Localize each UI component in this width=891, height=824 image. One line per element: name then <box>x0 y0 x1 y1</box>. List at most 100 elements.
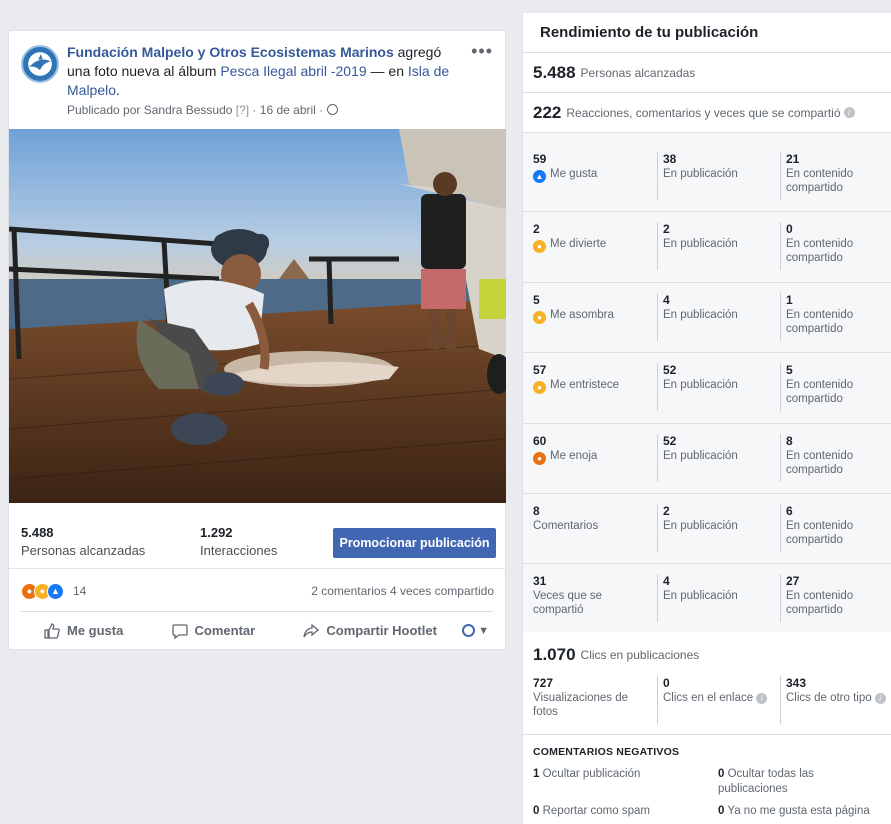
on-post-label: En publicación <box>663 379 738 392</box>
engagement-total: 222 <box>533 102 562 122</box>
audience-selector[interactable]: ▼ <box>462 624 493 637</box>
total-cell: 5 ● Me asombra <box>533 293 653 324</box>
total-number: 57 <box>533 363 547 378</box>
total-label: Me gusta <box>550 168 598 180</box>
other-clicks-label: Clics de otro tipo i <box>786 691 886 705</box>
on-post-number: 2 <box>663 504 670 518</box>
insights-panel: Rendimiento de tu publicación 5.488 Pers… <box>522 13 891 824</box>
breakdown-row: 5 ● Me asombra 4 En publicación 1 En contenido… <box>523 283 891 354</box>
shared-cell: 8 En contenido compartido <box>780 433 888 482</box>
hide-all-stat: 0 Ocultar todas las publicaciones <box>718 767 883 797</box>
shared-number: 21 <box>786 152 800 166</box>
shared-cell: 5 En contenido compartido <box>780 363 888 412</box>
total-label: Me divierte <box>550 238 607 251</box>
shared-label: En contenido compartido <box>786 308 854 335</box>
tag-text[interactable]: [?] <box>232 103 249 117</box>
on-post-cell: 4 En publicación <box>657 292 738 341</box>
info-icon[interactable]: i <box>756 693 768 704</box>
link-clicks-text: Clics en el enlace <box>663 692 754 704</box>
sad-reaction-icon: ● <box>533 381 546 395</box>
total-number: 8 <box>533 504 540 518</box>
panel-title: Rendimiento de tu publicación <box>523 13 891 53</box>
like-button[interactable]: Me gusta <box>21 622 145 640</box>
post-photo[interactable] <box>9 129 506 503</box>
page-avatar[interactable] <box>21 45 59 83</box>
total-label-wrap: ● Me enoja <box>533 449 653 465</box>
post-headline: Fundación Malpelo y Otros Ecosistemas Ma… <box>67 43 467 100</box>
reaction-icons[interactable]: ● ● ▲ <box>21 583 64 600</box>
shared-label: En contenido compartido <box>786 520 854 546</box>
on-post-number: 4 <box>663 292 670 307</box>
shared-number: 0 <box>786 222 793 237</box>
promote-post-button[interactable]: Promocionar publicación <box>333 528 496 558</box>
post-meta: Publicado por Sandra Bessudo [?] · 16 de… <box>67 103 493 117</box>
info-icon[interactable]: i <box>874 693 886 704</box>
comment-button[interactable]: Comentar <box>149 622 278 640</box>
shared-label: En contenido compartido <box>786 238 854 265</box>
shared-label: En contenido compartido <box>786 449 854 476</box>
total-number: 2 <box>533 222 540 237</box>
shared-number: 1 <box>786 292 793 307</box>
post-header: Fundación Malpelo y Otros Ecosistemas Ma… <box>9 31 505 129</box>
total-label: Veces que se compartió <box>533 590 603 617</box>
total-number: 60 <box>533 433 547 448</box>
share-hootlet-button[interactable]: Compartir Hootlet <box>280 622 459 640</box>
shared-label: En contenido compartido <box>786 168 854 194</box>
spam-stat: 0 Reportar como spam <box>533 804 703 819</box>
negative-feedback-title: COMENTARIOS NEGATIVOS <box>533 746 680 758</box>
photo-views-cell: 727 Visualizaciones de fotos <box>533 676 653 719</box>
shared-cell: 1 En contenido compartido <box>780 292 888 341</box>
date-text[interactable]: · 16 de abril · <box>249 103 326 117</box>
like-reaction-icon: ▲ <box>533 170 546 183</box>
reach-total-label: Personas alcanzadas <box>580 65 696 80</box>
author-text: Publicado por Sandra Bessudo <box>67 103 233 117</box>
clicks-label: Clics en publicaciones <box>580 648 700 662</box>
link-clicks-number: 0 <box>663 676 670 690</box>
shared-number: 6 <box>786 504 793 518</box>
on-post-number: 52 <box>663 433 677 448</box>
shared-number: 27 <box>786 574 800 589</box>
on-post-number: 52 <box>663 363 677 378</box>
on-post-label: En publicación <box>663 449 738 462</box>
comment-label: Comentar <box>194 623 256 638</box>
clicks-total: 1.070 <box>533 645 576 664</box>
on-post-cell: 52 En publicación <box>657 363 738 412</box>
page-name-link[interactable]: Fundación Malpelo y Otros Ecosistemas Ma… <box>67 44 394 60</box>
engagement-label: Reacciones, comentarios y veces que se c… <box>566 105 841 120</box>
info-icon[interactable]: i <box>843 107 855 118</box>
thumbs-up-icon <box>44 622 60 639</box>
album-link[interactable]: Pesca Ilegal abril -2019 <box>220 63 366 79</box>
hootsuite-icon <box>462 624 476 637</box>
post-stats: 5.488 Personas alcanzadas 1.292 Interacc… <box>9 515 506 569</box>
total-cell: 59 ▲ Me gusta <box>533 152 653 183</box>
shared-cell: 6 En contenido compartido <box>780 504 888 552</box>
share-label: Compartir Hootlet <box>326 623 437 638</box>
reach-label: Personas alcanzadas <box>21 543 146 558</box>
interactions-number: 1.292 <box>200 525 233 540</box>
shared-number: 5 <box>786 363 793 378</box>
breakdown-row: 60 ● Me enoja 52 En publicación 8 En contenido… <box>523 424 891 494</box>
reactions-count[interactable]: 14 <box>73 584 86 598</box>
more-dots-icon[interactable]: ••• <box>471 41 493 62</box>
interactions-label: Interacciones <box>200 543 278 558</box>
on-post-cell: 52 En publicación <box>657 433 738 482</box>
total-label-wrap: Veces que se compartió <box>533 589 653 617</box>
link-clicks-cell: 0 Clics en el enlace i <box>657 676 768 724</box>
other-clicks-text: Clics de otro tipo <box>786 692 872 704</box>
unlike-stat: 0 Ya no me gusta esta página <box>718 804 890 819</box>
total-cell: 8 Comentarios <box>533 504 653 533</box>
total-label-wrap: ● Me entristece <box>533 378 653 395</box>
reach-number: 5.488 <box>21 525 54 540</box>
reach-stat: 5.488 Personas alcanzadas <box>21 525 145 558</box>
post-card: Fundación Malpelo y Otros Ecosistemas Ma… <box>8 30 506 650</box>
on-post-cell: 2 En publicación <box>657 222 738 271</box>
spam-label: Reportar como spam <box>539 805 650 817</box>
haha-reaction-icon: ● <box>533 240 546 254</box>
link-clicks-label: Clics en el enlace i <box>663 691 768 705</box>
total-label: Comentarios <box>533 520 599 532</box>
on-post-label: En publicación <box>663 308 738 321</box>
period-text: . <box>116 82 120 98</box>
breakdown-row: 57 ● Me entristece 52 En publicación 5 En cont… <box>523 353 891 424</box>
globe-icon <box>326 104 338 115</box>
comments-shares-count[interactable]: 2 comentarios 4 veces compartido <box>311 584 494 598</box>
